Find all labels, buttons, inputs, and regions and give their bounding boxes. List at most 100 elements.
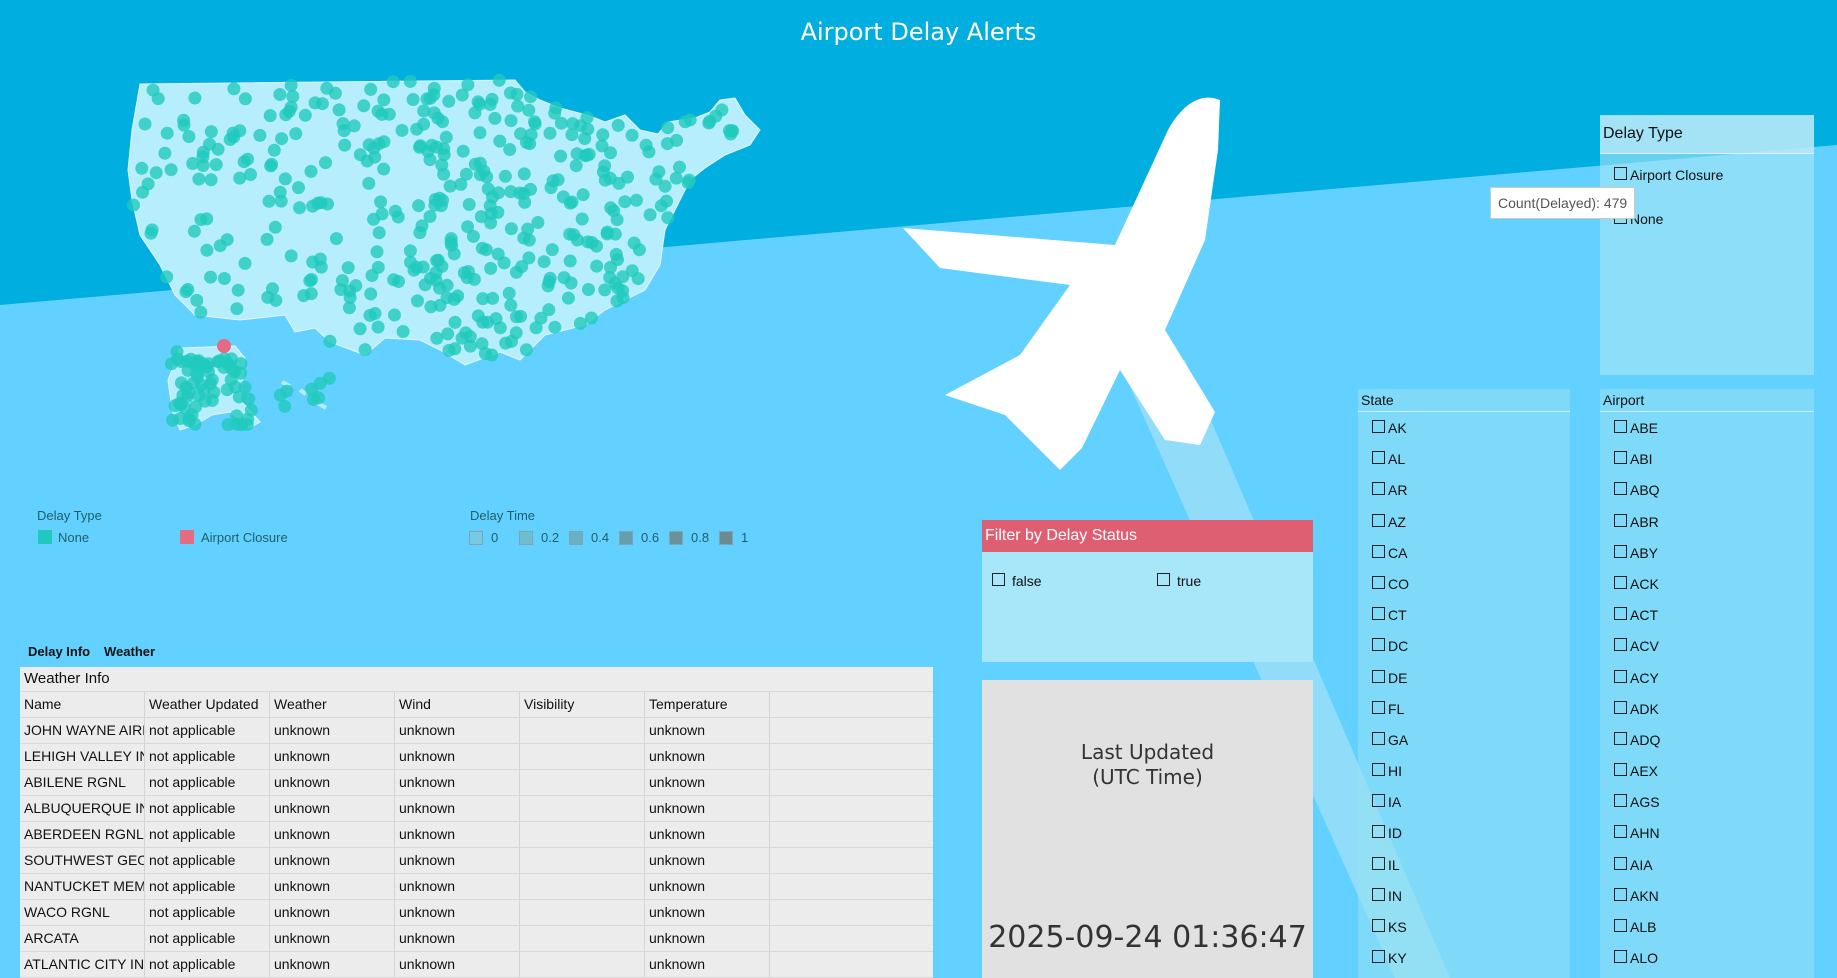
state-checkbox[interactable] bbox=[1372, 856, 1385, 870]
airport-marker-none[interactable] bbox=[267, 143, 281, 157]
airport-marker-none[interactable] bbox=[217, 272, 231, 285]
airport-marker-none[interactable] bbox=[261, 290, 275, 304]
airport-marker-none[interactable] bbox=[223, 133, 237, 146]
airport-marker-none[interactable] bbox=[278, 172, 292, 186]
airport-checkbox[interactable] bbox=[1614, 700, 1627, 714]
airport-marker-none[interactable] bbox=[479, 243, 493, 257]
airport-marker-none[interactable] bbox=[439, 130, 453, 144]
state-item[interactable]: IN bbox=[1358, 880, 1570, 911]
airport-marker-none[interactable] bbox=[554, 149, 568, 163]
airport-marker-none[interactable] bbox=[505, 334, 518, 348]
airport-marker-none[interactable] bbox=[543, 271, 557, 285]
airport-marker-none[interactable] bbox=[621, 170, 634, 184]
airport-marker-none[interactable] bbox=[498, 169, 512, 183]
airport-marker-none[interactable] bbox=[186, 157, 200, 170]
column-header-visibility[interactable]: Visibility bbox=[520, 692, 645, 717]
airport-marker-none[interactable] bbox=[673, 160, 686, 174]
airport-marker-none[interactable] bbox=[460, 271, 474, 285]
airport-checkbox[interactable] bbox=[1614, 420, 1627, 433]
airport-marker-none[interactable] bbox=[537, 255, 551, 269]
airport-marker-none[interactable] bbox=[313, 252, 327, 266]
airport-marker-none[interactable] bbox=[194, 305, 208, 319]
state-item[interactable]: DE bbox=[1358, 662, 1570, 693]
state-item[interactable]: ID bbox=[1358, 817, 1570, 848]
airport-item[interactable]: ACY bbox=[1600, 662, 1814, 693]
airport-marker-none[interactable] bbox=[188, 91, 202, 105]
airport-marker-none[interactable] bbox=[596, 128, 610, 142]
airport-marker-none[interactable] bbox=[342, 301, 356, 315]
us-airport-map[interactable] bbox=[120, 70, 920, 510]
airport-checkbox[interactable] bbox=[1614, 669, 1627, 683]
airport-marker-none[interactable] bbox=[423, 210, 437, 223]
airport-marker-none[interactable] bbox=[284, 249, 298, 263]
airport-marker-none[interactable] bbox=[522, 103, 536, 117]
state-checkbox[interactable] bbox=[1372, 420, 1385, 433]
airport-marker-none[interactable] bbox=[136, 185, 150, 199]
airport-marker-none[interactable] bbox=[484, 216, 498, 230]
airport-marker-none[interactable] bbox=[411, 294, 424, 308]
airport-marker-none[interactable] bbox=[595, 139, 609, 153]
airport-marker-none[interactable] bbox=[207, 385, 221, 399]
airport-marker-none[interactable] bbox=[569, 159, 583, 173]
airport-item[interactable]: ACV bbox=[1600, 630, 1814, 661]
airport-marker-none[interactable] bbox=[669, 171, 683, 185]
airport-marker-none[interactable] bbox=[510, 310, 523, 324]
airport-checkbox[interactable] bbox=[1614, 887, 1627, 901]
airport-marker-none[interactable] bbox=[367, 212, 381, 226]
airport-marker-none[interactable] bbox=[315, 97, 329, 111]
airport-item[interactable]: AHN bbox=[1600, 817, 1814, 848]
airport-marker-none[interactable] bbox=[427, 81, 441, 95]
airport-marker-none[interactable] bbox=[542, 303, 556, 317]
airport-marker-none[interactable] bbox=[543, 126, 557, 140]
airport-marker-none[interactable] bbox=[564, 276, 578, 290]
airport-marker-none[interactable] bbox=[200, 212, 214, 226]
airport-checkbox[interactable] bbox=[1614, 856, 1627, 870]
airport-marker-none[interactable] bbox=[524, 128, 538, 142]
airport-marker-none[interactable] bbox=[177, 118, 191, 132]
airport-marker-none[interactable] bbox=[437, 142, 451, 156]
airport-marker-none[interactable] bbox=[160, 126, 174, 140]
airport-marker-none[interactable] bbox=[406, 93, 420, 106]
airport-marker-none[interactable] bbox=[563, 196, 577, 210]
airport-marker-none[interactable] bbox=[260, 232, 274, 246]
airport-marker-none[interactable] bbox=[174, 376, 188, 390]
airport-marker-none[interactable] bbox=[461, 220, 475, 234]
airport-item[interactable]: ABI bbox=[1600, 443, 1814, 474]
state-item[interactable]: KS bbox=[1358, 911, 1570, 942]
airport-marker-none[interactable] bbox=[189, 400, 203, 414]
airport-marker-none[interactable] bbox=[425, 138, 439, 152]
airport-marker-none[interactable] bbox=[682, 173, 696, 187]
table-row[interactable]: WACO RGNL not applicable unknown unknown unk… bbox=[20, 900, 933, 926]
airport-marker-none[interactable] bbox=[362, 176, 376, 190]
airport-marker-none[interactable] bbox=[280, 384, 294, 398]
airport-marker-none[interactable] bbox=[629, 193, 643, 207]
airport-marker-none[interactable] bbox=[190, 293, 204, 307]
state-item[interactable]: IL bbox=[1358, 849, 1570, 880]
state-item[interactable]: GA bbox=[1358, 724, 1570, 755]
airport-marker-none[interactable] bbox=[238, 92, 252, 106]
table-row[interactable]: ATLANTIC CITY INTLnot applicableunknownu… bbox=[20, 952, 933, 978]
airport-marker-none[interactable] bbox=[524, 90, 538, 104]
airport-marker-none[interactable] bbox=[661, 121, 675, 135]
airport-marker-none[interactable] bbox=[332, 103, 346, 117]
airport-marker-none[interactable] bbox=[581, 235, 595, 249]
state-checkbox[interactable] bbox=[1372, 763, 1385, 777]
airport-marker-none[interactable] bbox=[545, 243, 559, 257]
airport-marker-none[interactable] bbox=[188, 417, 202, 431]
airport-marker-none[interactable] bbox=[372, 226, 386, 240]
airport-item[interactable]: ADK bbox=[1600, 693, 1814, 724]
airport-marker-none[interactable] bbox=[337, 124, 351, 138]
airport-marker-none[interactable] bbox=[489, 312, 503, 326]
airport-marker-none[interactable] bbox=[447, 292, 461, 306]
airport-marker-none[interactable] bbox=[388, 308, 401, 322]
airport-marker-none[interactable] bbox=[319, 156, 332, 170]
table-row[interactable]: LEHIGH VALLEY INTLnot applicableunknownu… bbox=[20, 744, 933, 770]
airport-marker-none[interactable] bbox=[435, 158, 449, 172]
airport-marker-none[interactable] bbox=[618, 195, 632, 209]
airport-marker-none[interactable] bbox=[403, 74, 417, 88]
airport-marker-none[interactable] bbox=[374, 195, 388, 209]
airport-marker-none[interactable] bbox=[610, 213, 624, 227]
airport-checkbox[interactable] bbox=[1614, 544, 1627, 558]
airport-marker-none[interactable] bbox=[625, 128, 639, 142]
airport-marker-none[interactable] bbox=[652, 165, 666, 179]
